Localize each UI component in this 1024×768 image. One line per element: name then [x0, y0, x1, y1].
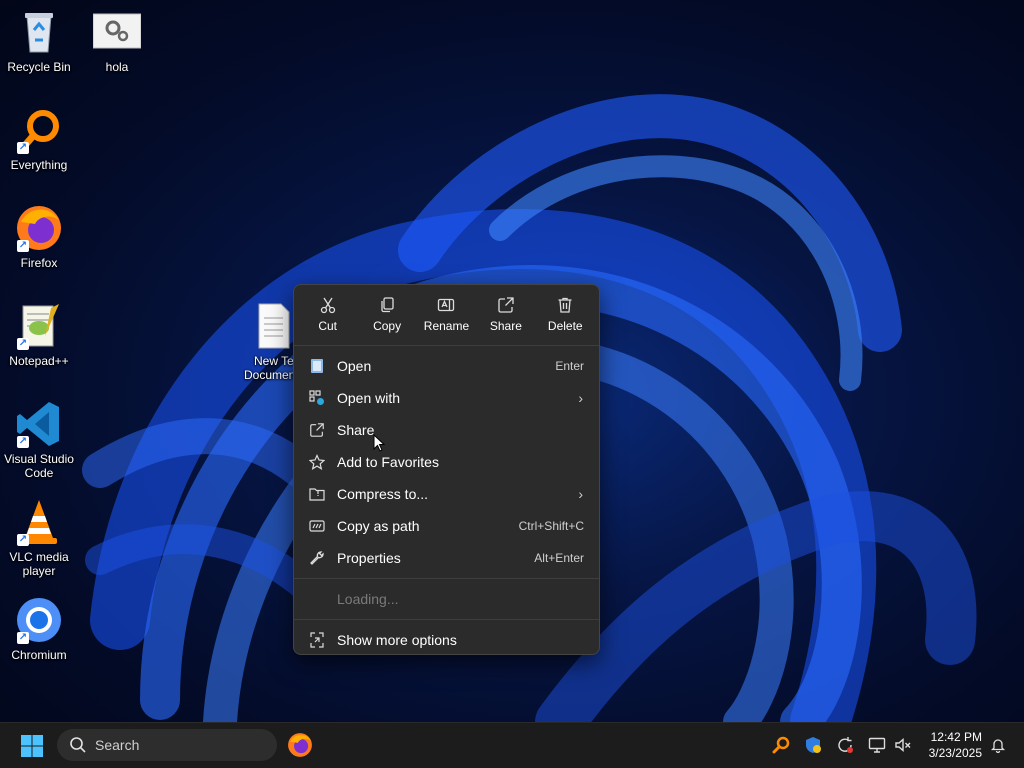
copy-label: Copy: [373, 319, 402, 333]
menu-item-open[interactable]: Open Enter: [294, 350, 599, 382]
sync-update-icon[interactable]: [836, 736, 854, 754]
scissors-icon: [299, 295, 357, 315]
menu-item-properties[interactable]: Properties Alt+Enter: [294, 542, 599, 574]
menu-item-compress-to[interactable]: Compress to... ›: [294, 478, 599, 510]
open-with-icon: [308, 389, 326, 407]
rename-icon: [417, 295, 475, 315]
mouse-pointer-icon: [373, 433, 386, 457]
shortcut-arrow-icon: ↗: [17, 338, 29, 350]
menu-item-label: Show more options: [337, 632, 457, 648]
vlc-icon: ↗: [15, 498, 63, 546]
chevron-right-icon: ›: [578, 390, 583, 406]
zip-folder-icon: [308, 485, 326, 503]
menu-item-label: Add to Favorites: [337, 454, 439, 470]
rename-label: Rename: [423, 319, 470, 333]
desktop-icon-firefox[interactable]: ↗ Firefox: [0, 204, 78, 270]
menu-item-show-more-options[interactable]: Show more options: [294, 624, 599, 656]
menu-separator: [294, 578, 599, 579]
desktop-icon-label: Chromium: [11, 648, 67, 662]
share-quick-label: Share: [489, 319, 522, 333]
cut-label: Cut: [318, 319, 338, 333]
menu-item-label: Loading...: [337, 591, 399, 607]
notepad-icon: [308, 357, 326, 375]
menu-item-share[interactable]: Share: [294, 414, 599, 446]
menu-item-shortcut: Ctrl+Shift+C: [518, 519, 584, 533]
menu-item-shortcut: Enter: [555, 359, 584, 373]
trash-icon: [536, 295, 594, 315]
clock-time: 12:42 PM: [930, 730, 982, 744]
shortcut-arrow-icon: ↗: [17, 142, 29, 154]
start-button[interactable]: [20, 734, 44, 758]
desktop-icon-label: Everything: [10, 158, 68, 172]
copy-button[interactable]: Copy: [358, 295, 416, 339]
delete-label: Delete: [547, 319, 583, 333]
desktop-icon-vlc[interactable]: ↗ VLC media player: [0, 498, 78, 578]
menu-item-label: Share: [337, 422, 375, 438]
copy-path-icon: [308, 517, 326, 535]
firefox-icon: ↗: [15, 204, 63, 252]
desktop-icon-chromium[interactable]: ↗ Chromium: [0, 596, 78, 662]
desktop-icon-hola[interactable]: hola: [78, 8, 156, 74]
desktop-icon-label: Firefox: [20, 256, 58, 270]
taskbar-firefox-button[interactable]: [287, 732, 313, 758]
notepadpp-icon: ↗: [15, 302, 63, 350]
search-icon: [70, 737, 86, 753]
desktop-icon-vscode[interactable]: ↗ Visual Studio Code: [0, 400, 78, 480]
shortcut-arrow-icon: ↗: [17, 436, 29, 448]
rename-button[interactable]: Rename: [417, 295, 475, 339]
chromium-icon: ↗: [15, 596, 63, 644]
volume-muted-icon[interactable]: [894, 736, 912, 754]
text-document-icon: [249, 302, 297, 350]
display-network-icon[interactable]: [868, 736, 886, 754]
firefox-icon: [288, 733, 312, 757]
everything-search-icon: ↗: [15, 106, 63, 154]
menu-item-label: Properties: [337, 550, 401, 566]
vscode-icon: ↗: [15, 400, 63, 448]
share-quick-button[interactable]: Share: [477, 295, 535, 339]
menu-item-label: Open with: [337, 390, 401, 406]
star-icon: [308, 453, 326, 471]
clock-date: 3/23/2025: [928, 746, 982, 760]
menu-item-shortcut: Alt+Enter: [534, 551, 584, 565]
recycle-bin-icon: [15, 8, 63, 56]
shortcut-arrow-icon: ↗: [17, 240, 29, 252]
menu-separator: [294, 619, 599, 620]
taskbar-search-box[interactable]: Search: [57, 729, 277, 761]
shortcut-arrow-icon: ↗: [17, 534, 29, 546]
menu-item-label: Copy as path: [337, 518, 420, 534]
notification-bell-icon[interactable]: [990, 737, 1006, 754]
taskbar: Search 12:42 PM 3/23/2025: [0, 722, 1024, 768]
search-placeholder: Search: [95, 737, 140, 753]
cut-button[interactable]: Cut: [299, 295, 357, 339]
desktop-icon-recycle-bin[interactable]: Recycle Bin: [0, 8, 78, 74]
menu-item-open-with[interactable]: Open with ›: [294, 382, 599, 414]
share-icon: [477, 295, 535, 315]
menu-item-label: Open: [337, 358, 372, 374]
desktop-icon-label: hola: [105, 60, 129, 74]
desktop-icon-label: Notepad++: [9, 354, 69, 368]
desktop-icon-label: Recycle Bin: [7, 60, 71, 74]
chevron-right-icon: ›: [578, 486, 583, 502]
everything-tray-icon[interactable]: [772, 736, 790, 754]
desktop-icon-everything[interactable]: ↗ Everything: [0, 106, 78, 172]
menu-item-copy-as-path[interactable]: Copy as path Ctrl+Shift+C: [294, 510, 599, 542]
context-menu: Cut Copy Rename Share Delete Open Enter …: [293, 284, 600, 655]
menu-item-add-to-favorites[interactable]: Add to Favorites: [294, 446, 599, 478]
windows-logo-icon: [21, 735, 43, 757]
settings-file-icon: [92, 8, 142, 56]
system-clock[interactable]: 12:42 PM 3/23/2025: [929, 729, 982, 761]
desktop-icon-label: VLC media player: [9, 550, 69, 578]
delete-button[interactable]: Delete: [536, 295, 594, 339]
copy-icon: [358, 295, 416, 315]
menu-item-loading: Loading...: [294, 583, 599, 615]
desktop-icon-notepadpp[interactable]: ↗ Notepad++: [0, 302, 78, 368]
wrench-icon: [308, 549, 326, 567]
show-more-options-icon: [308, 631, 326, 649]
menu-item-label: Compress to...: [337, 486, 429, 502]
shortcut-arrow-icon: ↗: [17, 632, 29, 644]
desktop-icon-label: Visual Studio Code: [4, 452, 74, 480]
quick-actions-bar: Cut Copy Rename Share Delete: [294, 285, 599, 346]
share-icon: [308, 421, 326, 439]
security-shield-icon[interactable]: [804, 736, 822, 754]
